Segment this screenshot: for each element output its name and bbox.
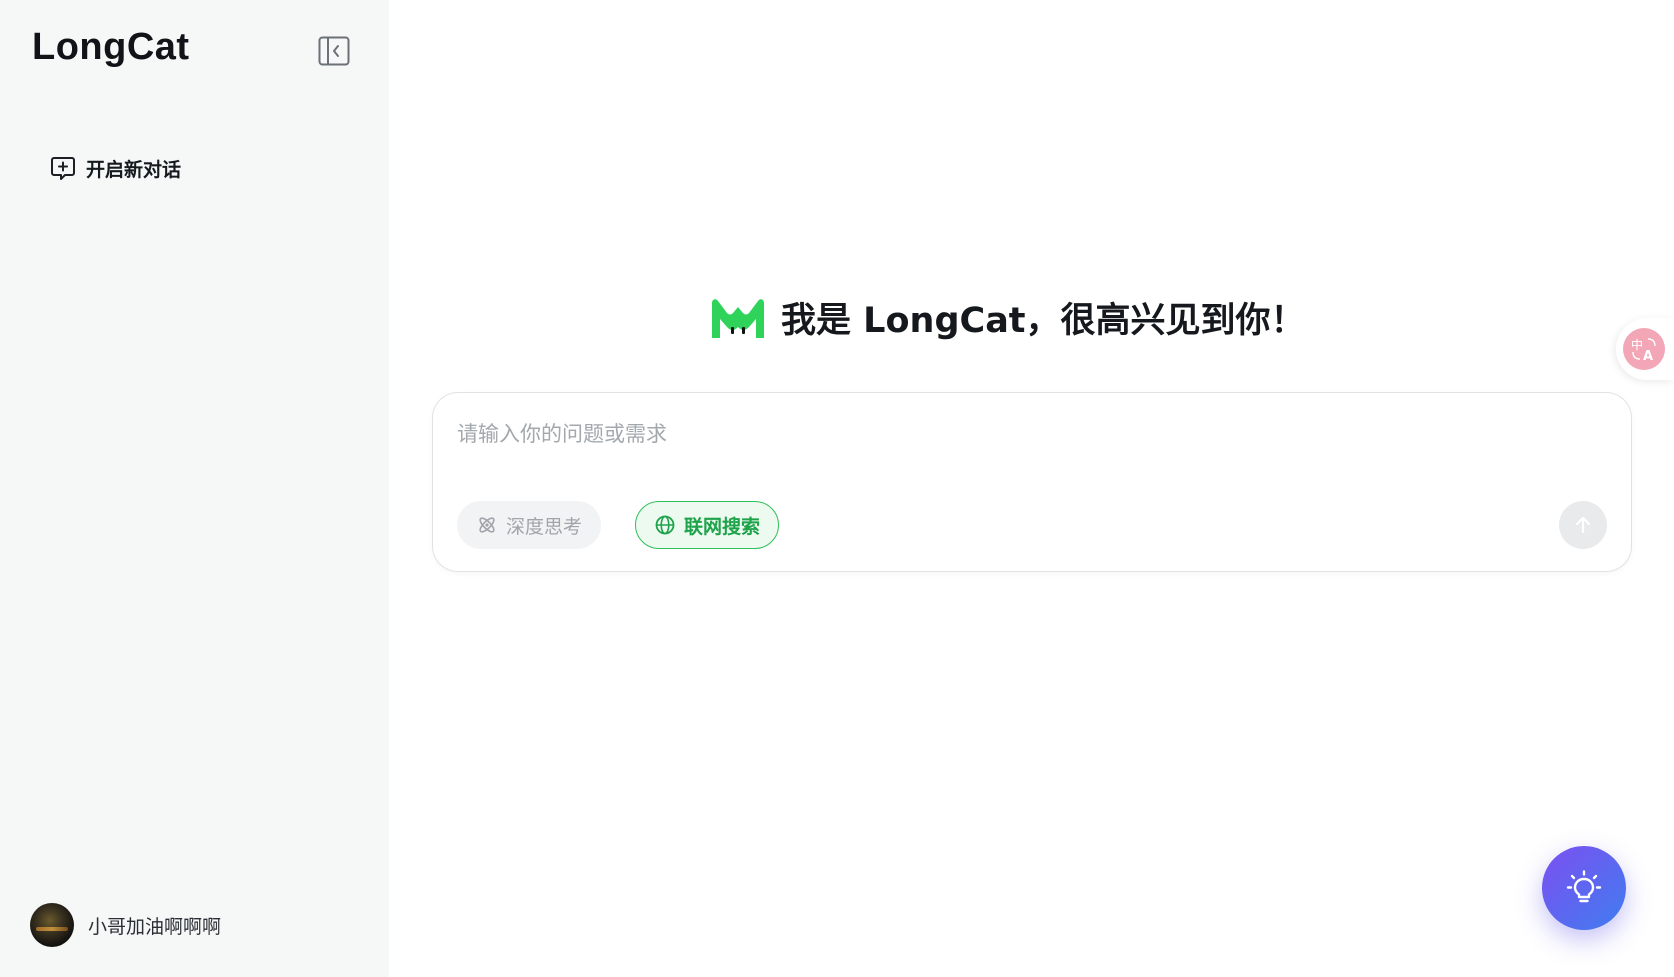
deep-think-toggle[interactable]: 深度思考 — [457, 501, 602, 549]
new-chat-button[interactable]: 开启新对话 — [36, 142, 208, 194]
deep-think-label: 深度思考 — [506, 515, 583, 538]
idea-fab-button[interactable] — [1542, 846, 1626, 930]
brand-title: LongCat — [32, 26, 190, 68]
globe-icon — [655, 515, 675, 535]
web-search-toggle[interactable]: 联网搜索 — [635, 501, 780, 549]
greeting: 我是 LongCat，很高兴见到你！ — [709, 292, 1306, 343]
translate-icon: 中 A — [1631, 337, 1656, 363]
sidebar-collapse-button[interactable] — [317, 34, 351, 68]
greeting-text: 我是 LongCat，很高兴见到你！ — [781, 301, 1306, 341]
atom-icon — [479, 517, 495, 533]
sidebar: LongCat 开启新对话 小哥加油啊啊啊 — [0, 0, 389, 977]
lightbulb-icon — [1566, 870, 1602, 903]
user-profile[interactable]: 小哥加油啊啊啊 — [30, 903, 221, 947]
arrow-up-icon — [1575, 516, 1591, 534]
composer: 深度思考 联网搜索 — [432, 392, 1632, 572]
chat-plus-icon — [51, 157, 75, 180]
svg-text:A: A — [1643, 349, 1653, 363]
sidebar-collapse-icon — [318, 36, 350, 66]
translate-icon-wrap: 中 A — [1623, 328, 1665, 370]
send-button[interactable] — [1559, 501, 1607, 549]
prompt-input[interactable] — [457, 417, 1557, 451]
app-root: LongCat 开启新对话 小哥加油啊啊啊 我是 LongCat，很高兴见到你！… — [0, 0, 1674, 977]
new-chat-label: 开启新对话 — [86, 158, 182, 181]
avatar — [30, 903, 74, 947]
main-area: 我是 LongCat，很高兴见到你！ 深度思考 联网搜索 — [389, 0, 1674, 977]
user-name: 小哥加油啊啊啊 — [88, 915, 222, 938]
translate-button[interactable]: 中 A — [1616, 318, 1674, 380]
web-search-label: 联网搜索 — [684, 515, 761, 538]
longcat-logo — [712, 298, 764, 338]
svg-text:中: 中 — [1631, 337, 1643, 352]
